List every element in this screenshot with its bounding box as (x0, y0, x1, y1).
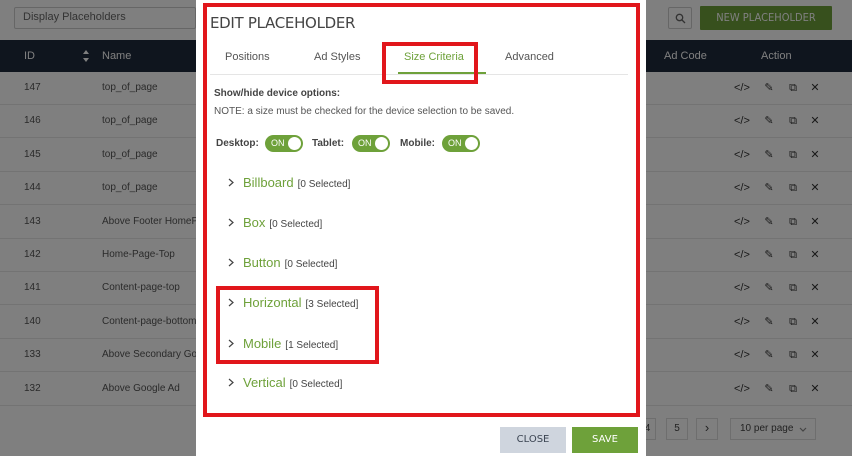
device-options-note: NOTE: a size must be checked for the dev… (214, 106, 515, 117)
toggle-knob (465, 137, 478, 150)
tab-size-criteria[interactable]: Size Criteria (404, 51, 464, 63)
size-group-name: Mobile (243, 336, 282, 351)
size-group-count: [0 Selected] (269, 219, 323, 230)
size-group-name: Billboard (243, 175, 294, 190)
size-group-count: [0 Selected] (289, 379, 343, 390)
size-group-count: [1 Selected] (285, 340, 339, 351)
toggle-knob (375, 137, 388, 150)
tab-ad-styles[interactable]: Ad Styles (314, 51, 360, 63)
chevron-right-icon (228, 298, 234, 307)
toggle-knob (288, 137, 301, 150)
size-group-mobile[interactable]: Mobile [1 Selected] (228, 334, 398, 354)
close-button[interactable]: CLOSE (500, 427, 566, 453)
mobile-toggle[interactable]: ON (442, 135, 480, 152)
mobile-label: Mobile: (400, 138, 435, 149)
mobile-toggle-group: Mobile: ON (400, 135, 484, 153)
size-group-name: Box (243, 215, 266, 230)
chevron-right-icon (228, 258, 234, 267)
active-tab-indicator (398, 72, 486, 74)
chevron-right-icon (228, 218, 234, 227)
tablet-toggle[interactable]: ON (352, 135, 390, 152)
desktop-label: Desktop: (216, 138, 259, 149)
desktop-toggle[interactable]: ON (265, 135, 303, 152)
edit-placeholder-modal: EDIT PLACEHOLDER Positions Ad Styles Siz… (196, 0, 646, 456)
save-button[interactable]: SAVE (572, 427, 638, 453)
tab-positions[interactable]: Positions (225, 51, 270, 63)
mobile-toggle-state: ON (448, 138, 462, 148)
chevron-right-icon (228, 378, 234, 387)
modal-title: EDIT PLACEHOLDER (210, 14, 356, 32)
tab-advanced[interactable]: Advanced (505, 51, 554, 63)
size-group-name: Button (243, 255, 281, 270)
size-group-name: Horizontal (243, 295, 302, 310)
size-group-horizontal[interactable]: Horizontal [3 Selected] (228, 293, 398, 313)
size-group-billboard[interactable]: Billboard [0 Selected] (228, 173, 398, 193)
device-options-heading: Show/hide device options: (214, 88, 341, 99)
size-group-vertical[interactable]: Vertical [0 Selected] (228, 373, 398, 393)
size-group-count: [0 Selected] (297, 179, 351, 190)
tab-bar: Positions Ad Styles Size Criteria Advanc… (210, 43, 628, 75)
size-group-count: [0 Selected] (284, 259, 338, 270)
desktop-toggle-state: ON (271, 138, 285, 148)
tablet-toggle-group: Tablet: ON (312, 135, 392, 153)
tablet-label: Tablet: (312, 138, 345, 149)
chevron-right-icon (228, 178, 234, 187)
chevron-right-icon (228, 339, 234, 348)
size-group-box[interactable]: Box [0 Selected] (228, 213, 398, 233)
size-group-button[interactable]: Button [0 Selected] (228, 253, 398, 273)
size-group-name: Vertical (243, 375, 286, 390)
tablet-toggle-state: ON (358, 138, 372, 148)
size-group-count: [3 Selected] (305, 299, 359, 310)
desktop-toggle-group: Desktop: ON (216, 135, 306, 153)
